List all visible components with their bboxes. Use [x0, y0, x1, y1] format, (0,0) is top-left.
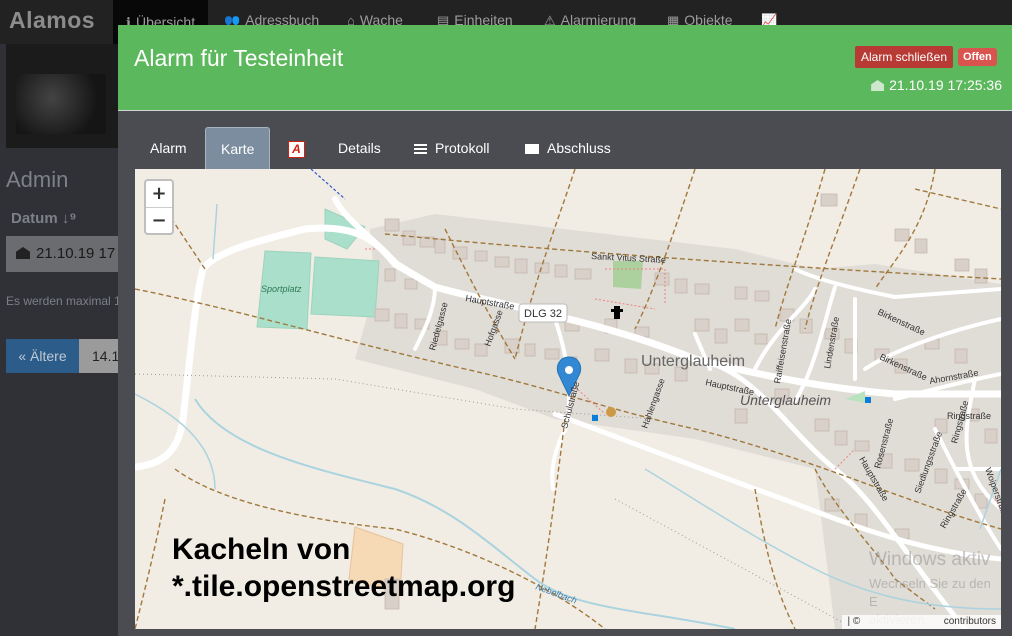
table-row[interactable]: 21.10.19 17: [6, 236, 119, 272]
close-alarm-button[interactable]: Alarm schließen: [855, 46, 954, 68]
attribution-link[interactable]: contributors: [944, 616, 996, 627]
info-note: Es werden maximal 1: [6, 294, 121, 308]
pagination-date[interactable]: 14.1: [79, 339, 119, 373]
tab-details[interactable]: Details: [338, 127, 381, 169]
older-button[interactable]: « Ältere: [6, 339, 79, 373]
map-label-ringstrasse: Ringstraße: [947, 411, 991, 421]
zoom-out-button[interactable]: −: [146, 208, 172, 234]
column-header-datum[interactable]: Datum ↓⁹: [11, 210, 76, 227]
road-ref-shield: DLG 32: [518, 303, 568, 323]
map-label-sportplatz: Sportplatz: [261, 284, 302, 294]
list-icon: [414, 144, 427, 155]
sort-icon: ↓⁹: [61, 210, 77, 227]
map-view[interactable]: Sankt Vitus Straße Hauptstraße Riedelgas…: [135, 169, 1001, 629]
map-label-unterglauheim-2: Unterglauheim: [740, 392, 831, 408]
map-attribution: | © contributors: [842, 615, 1001, 629]
alarm-modal: Alarm für Testeinheit Alarm schließen Of…: [118, 25, 1012, 636]
envelope-open-icon: [16, 247, 30, 259]
modal-title: Alarm für Testeinheit: [134, 45, 344, 71]
bus-stop-icon: [865, 397, 871, 403]
envelope-open-icon: [871, 80, 885, 91]
zoom-in-button[interactable]: +: [146, 181, 172, 208]
tab-pdf[interactable]: A: [288, 127, 313, 169]
alarm-timestamp: 21.10.19 17:25:36: [871, 77, 1002, 93]
tab-abschluss[interactable]: Abschluss: [525, 127, 611, 169]
tab-alarm[interactable]: Alarm: [150, 127, 187, 169]
pdf-icon: A: [288, 140, 305, 158]
bus-stop-icon: [592, 415, 598, 421]
envelope-icon: [525, 144, 539, 155]
page-heading: Admin: [6, 167, 69, 192]
modal-header: Alarm für Testeinheit Alarm schließen Of…: [118, 25, 1012, 111]
tab-karte[interactable]: Karte: [205, 127, 271, 169]
brand-logo[interactable]: Alamos: [9, 7, 95, 34]
fire-station-icon: [606, 407, 616, 417]
svg-text:DLG 32: DLG 32: [524, 308, 562, 320]
tab-protokoll[interactable]: Protokoll: [414, 127, 489, 169]
zoom-control: + −: [144, 179, 174, 235]
status-badge: Offen: [958, 48, 997, 66]
tile-source-caption: Kacheln von *.tile.openstreetmap.org: [172, 533, 516, 603]
user-photo: [6, 44, 119, 148]
map-label-unterglauheim: Unterglauheim: [641, 353, 745, 370]
windows-activation-title: Windows aktiv: [869, 549, 991, 570]
